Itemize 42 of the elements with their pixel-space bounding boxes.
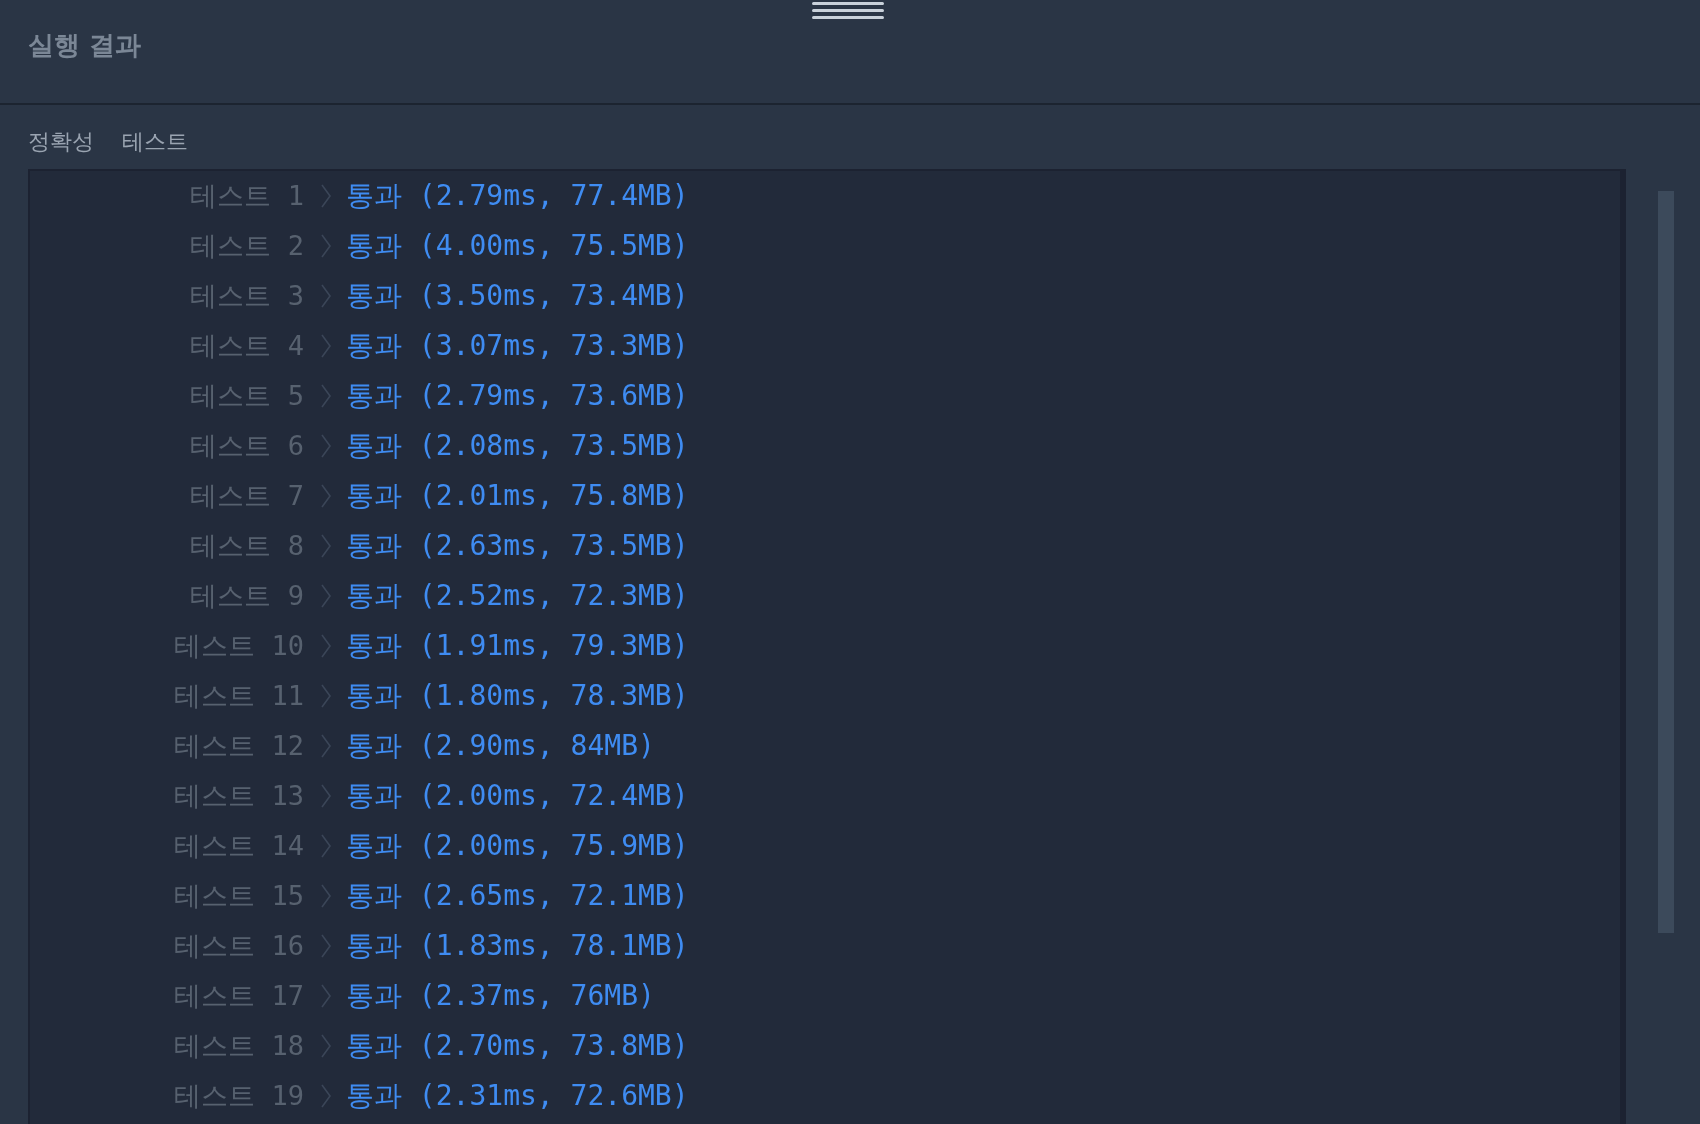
chevron-icon <box>320 383 332 409</box>
test-result: 통과 (2.08ms, 73.5MB) <box>346 428 689 464</box>
chevron-icon <box>320 833 332 859</box>
test-result: 통과 (2.63ms, 73.5MB) <box>346 528 689 564</box>
test-result: 통과 (3.07ms, 73.3MB) <box>346 328 689 364</box>
chevron-icon <box>320 333 332 359</box>
section-label: 정확성 <box>28 128 94 156</box>
test-result: 통과 (4.00ms, 75.5MB) <box>346 228 689 264</box>
chevron-icon <box>320 683 332 709</box>
test-result: 통과 (1.80ms, 78.3MB) <box>346 678 689 714</box>
test-result: 통과 (2.37ms, 76MB) <box>346 978 655 1014</box>
test-result: 통과 (2.79ms, 73.6MB) <box>346 378 689 414</box>
chevron-icon <box>320 233 332 259</box>
chevron-icon <box>320 483 332 509</box>
chevron-icon <box>320 1083 332 1109</box>
chevron-icon <box>320 583 332 609</box>
chevron-icon <box>320 883 332 909</box>
section-label: 테스트 <box>122 128 188 156</box>
chevron-icon <box>320 783 332 809</box>
chevron-icon <box>320 533 332 559</box>
drag-handle-icon[interactable] <box>812 0 884 22</box>
chevron-icon <box>320 183 332 209</box>
test-result: 통과 (2.01ms, 75.8MB) <box>346 478 689 514</box>
test-result: 통과 (2.00ms, 75.9MB) <box>346 828 689 864</box>
chevron-icon <box>320 283 332 309</box>
panel-title: 실행 결과 <box>28 29 142 62</box>
chevron-icon <box>320 433 332 459</box>
test-result: 통과 (2.00ms, 72.4MB) <box>346 778 689 814</box>
test-result: 통과 (2.65ms, 72.1MB) <box>346 878 689 914</box>
test-result: 통과 (1.83ms, 78.1MB) <box>346 928 689 964</box>
test-result: 통과 (2.31ms, 72.6MB) <box>346 1078 689 1114</box>
test-result: 통과 (2.52ms, 72.3MB) <box>346 578 689 614</box>
test-result: 통과 (2.90ms, 84MB) <box>346 728 655 764</box>
chevron-icon <box>320 633 332 659</box>
chevron-icon <box>320 933 332 959</box>
test-result: 통과 (2.79ms, 77.4MB) <box>346 178 689 214</box>
test-result: 통과 (2.70ms, 73.8MB) <box>346 1028 689 1064</box>
chevron-icon <box>320 733 332 759</box>
chevron-icon <box>320 1033 332 1059</box>
test-result: 통과 (3.50ms, 73.4MB) <box>346 278 689 314</box>
chevron-icon <box>320 983 332 1009</box>
test-result: 통과 (1.91ms, 79.3MB) <box>346 628 689 664</box>
